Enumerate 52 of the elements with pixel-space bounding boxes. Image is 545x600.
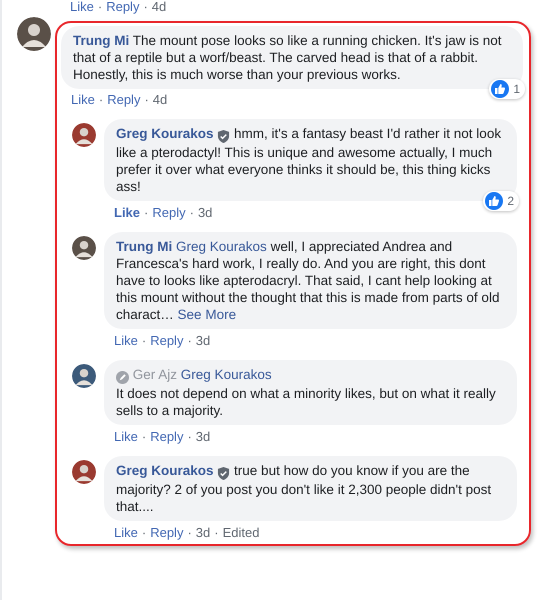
reaction-count[interactable]: 2 — [483, 191, 519, 211]
like-link[interactable]: Like — [71, 93, 95, 107]
author-link[interactable]: Trung Mi — [73, 33, 130, 48]
author-link[interactable]: Greg Kourakos — [116, 463, 214, 478]
like-link[interactable]: Like — [70, 0, 94, 14]
see-more-link[interactable]: See More — [178, 307, 236, 322]
reply-link[interactable]: Reply — [150, 526, 184, 540]
avatar[interactable] — [72, 236, 96, 260]
mention-link[interactable]: Greg Kourakos — [176, 239, 267, 254]
pencil-badge-icon — [116, 370, 129, 384]
like-link[interactable]: Like — [114, 334, 138, 348]
separator-dot: · — [98, 0, 102, 14]
reply-link[interactable]: Reply — [152, 206, 186, 220]
thumbs-up-icon — [491, 80, 510, 98]
author-link[interactable]: Greg Kourakos — [116, 126, 214, 141]
timestamp: 3d — [196, 334, 210, 348]
separator-dot: · — [190, 206, 194, 220]
separator-dot: · — [214, 526, 219, 540]
separator-dot: · — [142, 430, 146, 444]
reply-link[interactable]: Reply — [106, 0, 140, 14]
separator-dot: · — [142, 334, 146, 348]
comment-text: Trung Mi Greg Kourakos well, I appreciated Andrea and Francesca's hard work, I really do. And you are right, this dont have to looks like apterodacryl. That said, I cant help looking at this mount without the thought that this is made from parts of old charact… See More — [116, 238, 500, 323]
separator-dot: · — [144, 206, 148, 220]
thumbs-up-icon — [485, 192, 504, 210]
timestamp: 3d — [196, 526, 210, 540]
timestamp: 4d — [152, 0, 166, 14]
avatar[interactable] — [17, 17, 51, 51]
reply-link[interactable]: Reply — [150, 334, 184, 348]
separator-dot: · — [187, 334, 192, 348]
comment-text: Greg Kourakos true but how do you know if you are the majority? 2 of you post you don't like it 2,300 people didn't post that.... — [116, 462, 492, 515]
like-link[interactable]: Like — [114, 206, 140, 220]
separator-dot: · — [187, 526, 192, 540]
separator-dot: · — [144, 93, 149, 107]
reply-link[interactable]: Reply — [107, 93, 140, 107]
reaction-count[interactable]: 1 — [489, 79, 525, 99]
separator-dot: · — [143, 0, 148, 14]
avatar[interactable] — [72, 460, 96, 484]
avatar[interactable] — [72, 364, 96, 388]
edited-label: Edited — [222, 526, 260, 540]
mention-link[interactable]: Greg Kourakos — [180, 367, 272, 382]
timestamp: 3d — [198, 206, 212, 220]
separator-dot: · — [142, 526, 146, 540]
timestamp: 3d — [196, 430, 210, 444]
like-link[interactable]: Like — [114, 526, 138, 540]
timestamp: 4d — [152, 93, 168, 107]
comment-text: Ger Ajz Greg Kourakos It does not depend on what a minority likes, but on what it really sells to a majority. — [116, 366, 497, 419]
avatar[interactable] — [72, 123, 96, 147]
reply-link[interactable]: Reply — [150, 430, 184, 444]
author-link[interactable]: Trung Mi — [116, 239, 172, 254]
like-link[interactable]: Like — [114, 430, 138, 444]
separator-dot: · — [187, 430, 192, 444]
separator-dot: · — [98, 93, 104, 107]
